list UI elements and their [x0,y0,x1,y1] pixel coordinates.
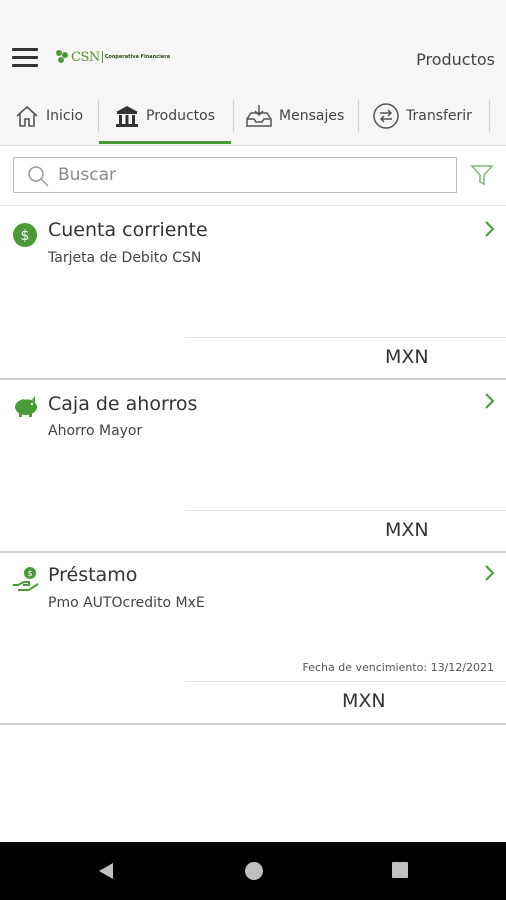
account-card-cuenta-corriente[interactable]: $ Cuenta corriente Tarjeta de Debito CSN… [0,206,506,380]
account-currency: MXN [342,690,386,712]
account-currency: MXN [385,519,429,541]
search-input[interactable] [58,158,448,192]
tab-label: Transferir [406,108,472,124]
tab-bar: Inicio Productos Mensajes Transferir [0,88,506,146]
bank-icon [116,106,138,127]
home-icon [16,105,38,127]
tab-label: Productos [146,108,216,124]
inbox-icon [246,105,272,127]
loan-icon: $ [13,567,39,591]
back-icon[interactable] [96,861,116,881]
account-subtitle: Tarjeta de Debito CSN [48,250,202,266]
home-nav-icon[interactable] [244,861,264,881]
account-subtitle: Pmo AUTOcredito MxE [48,595,205,611]
recents-icon[interactable] [391,861,409,879]
due-date: Fecha de vencimiento: 13/12/2021 [302,661,494,674]
logo-tagline: Cooperativa Financiera [104,54,171,60]
piggy-bank-icon [15,396,37,417]
tab-transferir[interactable]: Transferir [372,88,482,144]
logo-brand: CSN [71,49,100,65]
menu-icon[interactable] [12,48,38,68]
search-box [13,157,457,193]
account-title: Cuenta corriente [48,219,208,241]
transfer-icon [373,103,399,129]
svg-text:$: $ [21,228,30,244]
dollar-icon: $ [13,223,37,247]
tab-mensajes[interactable]: Mensajes [245,88,349,144]
account-title: Préstamo [48,564,138,586]
account-card-caja-de-ahorros[interactable]: Caja de ahorros Ahorro Mayor MXN [0,380,506,553]
chevron-right-icon [485,565,495,581]
account-currency: MXN [385,346,429,368]
tab-label: Inicio [46,108,84,124]
system-nav-bar [0,842,506,900]
account-subtitle: Ahorro Mayor [48,423,143,439]
logo: CSN Cooperativa Financiera [56,46,170,68]
account-title: Caja de ahorros [48,393,198,415]
app-bar: CSN Cooperativa Financiera Productos [0,0,506,88]
tab-productos[interactable]: Productos [99,88,231,144]
account-card-prestamo[interactable]: $ Préstamo Pmo AUTOcredito MxE Fecha de … [0,553,506,725]
tab-inicio[interactable]: Inicio [14,88,90,144]
chevron-right-icon [485,393,495,409]
tab-label: Mensajes [279,108,345,124]
filter-icon[interactable] [470,163,494,187]
page-title: Productos [416,50,495,69]
svg-text:$: $ [27,569,32,578]
search-icon [28,166,49,187]
chevron-right-icon [485,221,495,237]
